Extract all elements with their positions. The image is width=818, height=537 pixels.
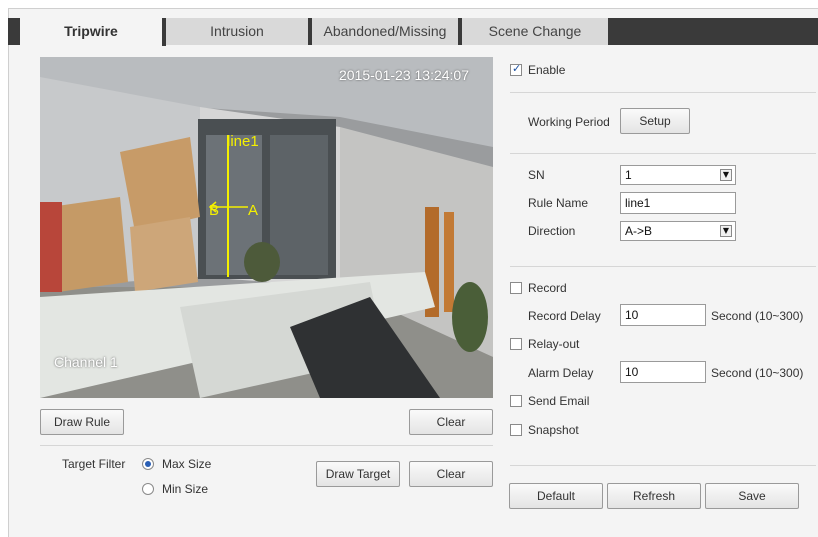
video-preview[interactable]: line1 B A 2015-01-23 13:24:07 Channel 1	[40, 57, 493, 398]
snapshot-label: Snapshot	[528, 423, 579, 437]
record-delay-input[interactable]: 10	[620, 304, 706, 326]
max-size-label: Max Size	[162, 457, 212, 471]
min-size-radio[interactable]	[142, 483, 154, 495]
record-label: Record	[528, 281, 567, 295]
working-period-label: Working Period	[528, 115, 610, 129]
send-email-label: Send Email	[528, 394, 590, 408]
max-size-radio[interactable]	[142, 458, 154, 470]
channel-label: Channel 1	[54, 354, 118, 370]
draw-target-button[interactable]: Draw Target	[316, 461, 400, 487]
target-filter-label: Target Filter	[62, 457, 126, 471]
alarm-delay-label: Alarm Delay	[528, 366, 594, 380]
direction-value: A->B	[625, 224, 653, 238]
record-checkbox[interactable]	[510, 282, 522, 294]
relay-out-label: Relay-out	[528, 337, 580, 351]
enable-label: Enable	[528, 63, 566, 77]
sn-select[interactable]: 1 ▼	[620, 165, 736, 185]
rule-overlay	[208, 135, 248, 277]
rule-name-input[interactable]: line1	[620, 192, 736, 214]
chevron-down-icon: ▼	[720, 225, 732, 237]
divider-3	[510, 266, 816, 267]
clear-rule-button[interactable]: Clear	[409, 409, 493, 435]
side-a-label: A	[248, 202, 259, 219]
alarm-delay-unit: Second (10~300)	[711, 366, 804, 380]
video-timestamp: 2015-01-23 13:24:07	[339, 67, 469, 83]
sn-label: SN	[528, 168, 545, 182]
sn-value: 1	[625, 168, 632, 182]
min-size-label: Min Size	[162, 482, 209, 496]
refresh-button[interactable]: Refresh	[607, 483, 701, 509]
tab-tripwire[interactable]: Tripwire	[20, 18, 166, 46]
direction-select[interactable]: A->B ▼	[620, 221, 736, 241]
send-email-checkbox[interactable]	[510, 395, 522, 407]
divider-4	[510, 465, 816, 466]
record-delay-unit: Second (10~300)	[711, 309, 804, 323]
side-b-label: B	[209, 202, 220, 219]
tab-intrusion[interactable]: Intrusion	[166, 18, 312, 45]
left-divider	[40, 445, 493, 446]
draw-rule-button[interactable]: Draw Rule	[40, 409, 124, 435]
setup-button[interactable]: Setup	[620, 108, 690, 134]
divider-1	[510, 92, 816, 93]
divider-2	[510, 153, 816, 154]
save-button[interactable]: Save	[705, 483, 799, 509]
record-delay-label: Record Delay	[528, 309, 601, 323]
rule-line-label: line1	[227, 133, 259, 150]
tab-abandoned-missing[interactable]: Abandoned/Missing	[312, 18, 462, 45]
chevron-down-icon: ▼	[720, 169, 732, 181]
clear-target-button[interactable]: Clear	[409, 461, 493, 487]
snapshot-checkbox[interactable]	[510, 424, 522, 436]
relay-out-checkbox[interactable]	[510, 338, 522, 350]
rule-name-label: Rule Name	[528, 196, 589, 210]
tab-scene-change[interactable]: Scene Change	[462, 18, 608, 45]
enable-checkbox[interactable]	[510, 62, 522, 76]
alarm-delay-input[interactable]: 10	[620, 361, 706, 383]
direction-label: Direction	[528, 224, 576, 238]
default-button[interactable]: Default	[509, 483, 603, 509]
